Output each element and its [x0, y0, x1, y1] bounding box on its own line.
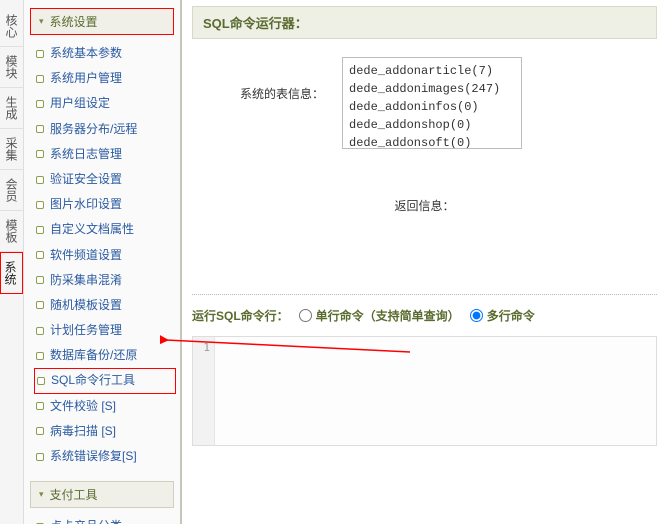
bullet-icon [36, 226, 44, 234]
vtab-3[interactable]: 采集 [0, 129, 23, 170]
table-row[interactable]: dede_addoninfos(0) [349, 98, 515, 116]
radio-multi-label: 多行命令 [487, 307, 535, 324]
vtab-0[interactable]: 核心 [0, 6, 23, 47]
menu-system-settings: 系统基本参数系统用户管理用户组设定服务器分布/远程系统日志管理验证安全设置图片水… [24, 41, 180, 477]
menu-item-label: 系统错误修复[S] [50, 447, 137, 466]
return-info-label: 返回信息： [192, 197, 657, 214]
bullet-icon [36, 50, 44, 58]
bullet-icon [36, 176, 44, 184]
menu-item[interactable]: 系统用户管理 [34, 66, 176, 91]
bullet-icon [36, 100, 44, 108]
menu-item[interactable]: 系统错误修复[S] [34, 444, 176, 469]
chevron-down-icon: ▾ [39, 489, 44, 500]
vertical-tab-bar: 核心模块生成采集会员模板系统 [0, 0, 24, 524]
bullet-icon [36, 201, 44, 209]
vtab-4[interactable]: 会员 [0, 170, 23, 211]
section-title: 系统设置 [50, 13, 98, 30]
menu-item-label: 软件频道设置 [50, 246, 122, 265]
menu-item[interactable]: 随机模板设置 [34, 293, 176, 318]
bullet-icon [36, 327, 44, 335]
menu-item[interactable]: 系统基本参数 [34, 41, 176, 66]
vtab-5[interactable]: 模板 [0, 211, 23, 252]
divider [192, 294, 657, 295]
panel-title: SQL命令运行器： [192, 6, 657, 39]
editor-gutter: 1 [193, 337, 215, 445]
bullet-icon [37, 377, 45, 385]
table-info-label: 系统的表信息： [192, 57, 342, 102]
radio-multi-input[interactable] [470, 309, 483, 322]
vtab-1[interactable]: 模块 [0, 47, 23, 88]
menu-item[interactable]: 数据库备份/还原 [34, 343, 176, 368]
bullet-icon [36, 150, 44, 158]
table-list-box[interactable]: dede_addonarticle(7)dede_addonimages(247… [342, 57, 522, 149]
run-sql-label: 运行SQL命令行： [192, 307, 289, 324]
radio-multi-line[interactable]: 多行命令 [470, 307, 535, 324]
menu-item[interactable]: 文件校验 [S] [34, 394, 176, 419]
menu-item-label: 用户组设定 [50, 94, 110, 113]
menu-item-label: 系统用户管理 [50, 69, 122, 88]
menu-item[interactable]: 软件频道设置 [34, 243, 176, 268]
table-row[interactable]: dede_addonarticle(7) [349, 62, 515, 80]
vtab-2[interactable]: 生成 [0, 88, 23, 129]
bullet-icon [36, 276, 44, 284]
bullet-icon [36, 301, 44, 309]
menu-item-label: 计划任务管理 [50, 321, 122, 340]
bullet-icon [36, 125, 44, 133]
menu-item[interactable]: 点卡产品分类 [34, 514, 176, 524]
menu-item[interactable]: SQL命令行工具 [34, 368, 176, 393]
table-row[interactable]: dede_addonshop(0) [349, 116, 515, 134]
section-system-settings[interactable]: ▾ 系统设置 [30, 8, 174, 35]
menu-item[interactable]: 服务器分布/远程 [34, 117, 176, 142]
menu-item[interactable]: 用户组设定 [34, 91, 176, 116]
menu-item-label: 病毒扫描 [S] [50, 422, 116, 441]
menu-item-label: SQL命令行工具 [51, 371, 135, 390]
radio-single-line[interactable]: 单行命令（支持简单查询） [299, 307, 460, 324]
menu-item-label: 随机模板设置 [50, 296, 122, 315]
menu-item-label: 防采集串混淆 [50, 271, 122, 290]
vtab-6[interactable]: 系统 [0, 252, 23, 294]
table-row[interactable]: dede_addonimages(247) [349, 80, 515, 98]
menu-item-label: 数据库备份/还原 [50, 346, 137, 365]
menu-item[interactable]: 自定义文档属性 [34, 217, 176, 242]
menu-item-label: 系统日志管理 [50, 145, 122, 164]
bullet-icon [36, 251, 44, 259]
section-payment-tools[interactable]: ▾ 支付工具 [30, 481, 174, 508]
menu-item[interactable]: 防采集串混淆 [34, 268, 176, 293]
menu-item-label: 服务器分布/远程 [50, 120, 137, 139]
menu-item-label: 验证安全设置 [50, 170, 122, 189]
section-title: 支付工具 [50, 486, 98, 503]
menu-item[interactable]: 病毒扫描 [S] [34, 419, 176, 444]
radio-single-label: 单行命令（支持简单查询） [316, 307, 460, 324]
sidebar: ▾ 系统设置 系统基本参数系统用户管理用户组设定服务器分布/远程系统日志管理验证… [24, 0, 182, 524]
menu-item-label: 自定义文档属性 [50, 220, 134, 239]
menu-item[interactable]: 验证安全设置 [34, 167, 176, 192]
bullet-icon [36, 427, 44, 435]
menu-item-label: 图片水印设置 [50, 195, 122, 214]
menu-item[interactable]: 系统日志管理 [34, 142, 176, 167]
bullet-icon [36, 75, 44, 83]
chevron-down-icon: ▾ [39, 16, 44, 27]
table-row[interactable]: dede_addonsoft(0) [349, 134, 515, 149]
radio-single-input[interactable] [299, 309, 312, 322]
menu-item-label: 点卡产品分类 [50, 517, 122, 524]
menu-payment-tools: 点卡产品分类点卡产品管理会员产品分类 [24, 514, 180, 524]
menu-item[interactable]: 计划任务管理 [34, 318, 176, 343]
menu-item-label: 系统基本参数 [50, 44, 122, 63]
main-panel: SQL命令运行器： 系统的表信息： dede_addonarticle(7)de… [182, 0, 667, 524]
menu-item-label: 文件校验 [S] [50, 397, 116, 416]
bullet-icon [36, 352, 44, 360]
sql-editor[interactable]: 1 [192, 336, 657, 446]
bullet-icon [36, 453, 44, 461]
menu-item[interactable]: 图片水印设置 [34, 192, 176, 217]
bullet-icon [36, 402, 44, 410]
